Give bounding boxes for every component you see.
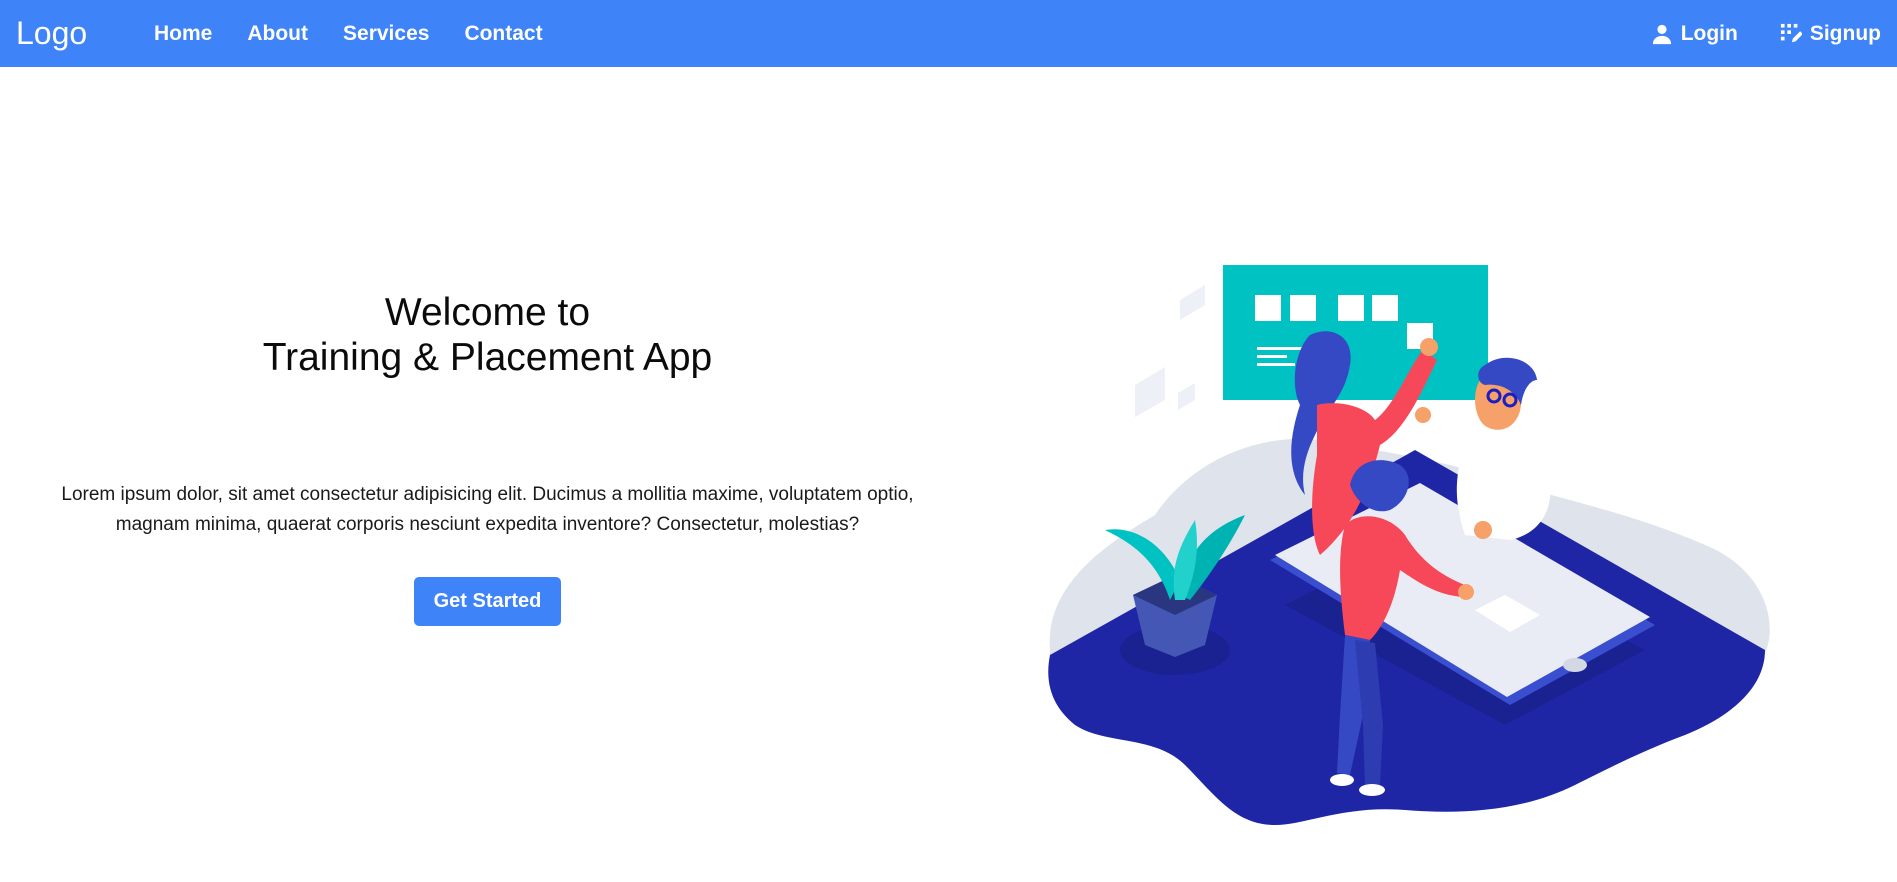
man-body xyxy=(1456,424,1551,540)
nav-link-about[interactable]: About xyxy=(247,22,308,46)
floating-square xyxy=(1178,383,1195,410)
user-icon xyxy=(1652,24,1671,44)
woman-hand xyxy=(1420,338,1438,356)
get-started-button[interactable]: Get Started xyxy=(413,577,562,626)
hero-section: Welcome to Training & Placement App Lore… xyxy=(30,290,945,626)
girl-hand xyxy=(1458,584,1474,600)
hero-illustration xyxy=(1048,265,1770,825)
signup-icon xyxy=(1780,23,1802,42)
man-hand xyxy=(1415,407,1431,423)
sticky-note xyxy=(1290,295,1316,321)
nav-actions: Login Signup xyxy=(1609,22,1881,46)
logo-link[interactable]: Logo xyxy=(16,15,154,52)
sticky-note xyxy=(1255,295,1281,321)
hero-description: Lorem ipsum dolor, sit amet consectetur … xyxy=(61,484,914,535)
board-line xyxy=(1257,355,1287,358)
shoe xyxy=(1359,784,1385,796)
shoe xyxy=(1330,774,1354,786)
signup-button[interactable]: Signup xyxy=(1780,22,1881,46)
sticky-note xyxy=(1338,295,1364,321)
top-navbar: Logo Home About Services Contact Login S… xyxy=(0,0,1897,67)
nav-link-services[interactable]: Services xyxy=(343,22,429,46)
floating-square xyxy=(1180,285,1205,320)
login-button[interactable]: Login xyxy=(1651,22,1738,46)
table-button xyxy=(1563,658,1587,672)
login-label: Login xyxy=(1680,21,1738,45)
nav-links: Home About Services Contact xyxy=(154,22,578,46)
man-hand xyxy=(1474,521,1492,539)
signup-label: Signup xyxy=(1809,21,1881,45)
whiteboard xyxy=(1223,265,1488,400)
board-line xyxy=(1257,363,1295,366)
hero-title-line1: Welcome to xyxy=(384,291,591,334)
hero-title: Welcome to Training & Placement App xyxy=(30,290,945,380)
board-line xyxy=(1257,347,1305,350)
hero-title-line2: Training & Placement App xyxy=(262,336,713,379)
floating-square xyxy=(1135,367,1165,417)
nav-link-contact[interactable]: Contact xyxy=(464,22,542,46)
nav-link-home[interactable]: Home xyxy=(154,22,212,46)
sticky-note xyxy=(1372,295,1398,321)
